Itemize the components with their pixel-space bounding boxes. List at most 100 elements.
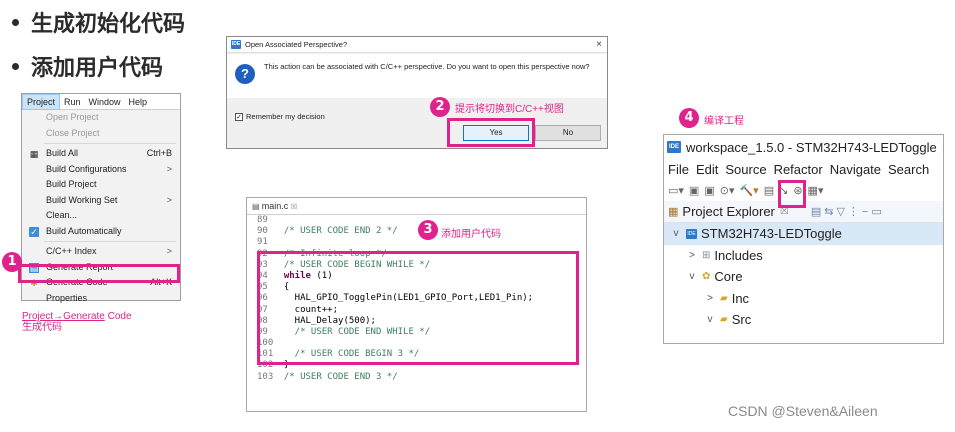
chevron-right-icon[interactable]: > bbox=[686, 250, 698, 261]
step-2-label: 提示将切换到C/C++视图 bbox=[455, 104, 564, 115]
no-button[interactable]: No bbox=[535, 125, 601, 141]
code-line: 103 /* USER CODE END 3 */ bbox=[247, 372, 586, 383]
caption-generate-code-cn: 生成代码 bbox=[22, 322, 62, 333]
checkbox-checked-icon: ✓ bbox=[235, 112, 243, 121]
code-comment: /* USER CODE END 2 */ bbox=[273, 226, 398, 237]
chevron-down-icon[interactable]: v bbox=[704, 314, 716, 325]
menu-item-build-project[interactable]: Build Project bbox=[22, 177, 180, 193]
folder-icon: ▰ bbox=[720, 314, 728, 326]
menu-separator bbox=[44, 241, 176, 242]
file-c-icon: ▤ bbox=[252, 202, 262, 211]
menu-item-cpp-index[interactable]: C/C++ Index > bbox=[22, 244, 180, 260]
project-explorer-icon: ▦ bbox=[668, 206, 679, 218]
checkmark-icon: ✓ bbox=[29, 226, 39, 237]
caption-arrow: → bbox=[53, 311, 64, 322]
menu-item-label: Build Project bbox=[46, 179, 97, 189]
tree-item-label: Includes bbox=[714, 247, 763, 263]
caption-generate: Generate bbox=[63, 311, 105, 322]
menu-window[interactable]: Window bbox=[85, 94, 125, 110]
menu-item-label: Properties bbox=[46, 292, 88, 303]
tab-label: main.c bbox=[261, 201, 289, 211]
menu-navigate[interactable]: Navigate bbox=[830, 162, 881, 177]
line-number: 90 bbox=[257, 226, 268, 237]
submenu-arrow-icon: > bbox=[166, 163, 172, 174]
build-hammer-icon[interactable]: 🔨▾ bbox=[739, 184, 758, 197]
menu-item-build-all[interactable]: ▦ Build All Ctrl+B bbox=[22, 146, 180, 162]
code-comment: /* USER CODE END 3 */ bbox=[273, 371, 398, 382]
tree-item-core[interactable]: v ✿ Core bbox=[664, 266, 943, 288]
menu-refactor[interactable]: Refactor bbox=[774, 162, 823, 177]
bullet-generate-init-code: 生成初始化代码 bbox=[12, 6, 185, 38]
project-explorer-title[interactable]: Project Explorer bbox=[682, 204, 774, 219]
target-icon[interactable]: ▤ bbox=[764, 184, 774, 197]
menu-file[interactable]: File bbox=[668, 162, 689, 177]
chevron-right-icon[interactable]: > bbox=[704, 293, 716, 304]
menu-item-build-working-set[interactable]: Build Working Set > bbox=[22, 193, 180, 209]
tree-item-label: Core bbox=[714, 269, 743, 285]
menu-item-open-project[interactable]: Open Project bbox=[22, 110, 180, 126]
dialog-title: Open Associated Perspective? bbox=[245, 40, 348, 49]
tree-item-includes[interactable]: > ⊞ Includes bbox=[664, 245, 943, 267]
new-icon[interactable]: ▭▾ bbox=[668, 184, 684, 197]
caption-code: Code bbox=[104, 311, 132, 322]
line-number: 103 bbox=[257, 371, 274, 382]
close-icon[interactable]: ☒ bbox=[291, 204, 297, 211]
dialog-title-bar: IDE Open Associated Perspective? × bbox=[227, 37, 607, 53]
folder-icon: ▰ bbox=[720, 292, 728, 304]
menu-item-clean[interactable]: Clean... bbox=[22, 208, 180, 224]
tree-item-inc[interactable]: > ▰ Inc bbox=[664, 288, 943, 310]
includes-icon: ⊞ bbox=[702, 249, 711, 261]
question-icon: ? bbox=[235, 64, 255, 84]
step-2-badge: 2 bbox=[430, 97, 450, 117]
view-toolbar-icons[interactable]: ▤⇆▽⋮−▭ bbox=[811, 205, 885, 218]
menu-item-label: Build Configurations bbox=[46, 163, 127, 174]
menu-item-label: Clean... bbox=[46, 210, 78, 220]
ide-project-icon: IDE bbox=[686, 228, 697, 239]
menu-item-label: Build All bbox=[46, 148, 79, 158]
menu-item-build-configurations[interactable]: Build Configurations > bbox=[22, 162, 180, 178]
ide-window-title: workspace_1.5.0 - STM32H743-LEDToggle bbox=[686, 139, 937, 155]
open-perspective-dialog: IDE Open Associated Perspective? × ? Thi… bbox=[226, 36, 608, 149]
bullet-text: 生成初始化代码 bbox=[31, 12, 186, 37]
code-line: 91 bbox=[247, 237, 586, 248]
submenu-arrow-icon: > bbox=[166, 194, 172, 205]
tree-item-label: Src bbox=[731, 312, 752, 328]
menu-source[interactable]: Source bbox=[725, 162, 766, 177]
tree-item-label: Inc bbox=[731, 290, 750, 306]
ide-title-bar: IDE workspace_1.5.0 - STM32H743-LEDToggl… bbox=[664, 135, 943, 159]
menu-help[interactable]: Help bbox=[125, 94, 152, 110]
menu-run[interactable]: Run bbox=[60, 94, 85, 110]
menu-item-label: Open Project bbox=[46, 112, 99, 122]
bullet-text: 添加用户代码 bbox=[31, 56, 164, 81]
ide-window: IDE workspace_1.5.0 - STM32H743-LEDToggl… bbox=[663, 134, 944, 344]
caption-project: Project bbox=[22, 311, 54, 322]
step-4-label: 编译工程 bbox=[704, 116, 744, 127]
chevron-down-icon[interactable]: v bbox=[670, 228, 682, 239]
remember-decision-checkbox[interactable]: ✓ Remember my decision bbox=[235, 112, 325, 121]
folder-icon: ✿ bbox=[702, 271, 711, 283]
save-icon[interactable]: ▣ bbox=[689, 184, 699, 197]
menu-caption: Project→Generate Code 生成代码 bbox=[22, 311, 132, 333]
menu-item-properties[interactable]: Properties bbox=[22, 291, 180, 307]
tab-main-c[interactable]: ▤ main.c ☒ bbox=[247, 198, 586, 215]
menu-separator bbox=[44, 143, 176, 144]
menu-item-build-automatically[interactable]: ✓ Build Automatically bbox=[22, 224, 180, 240]
menu-item-label: Build Working Set bbox=[46, 194, 118, 205]
remember-label: Remember my decision bbox=[246, 112, 325, 121]
menu-project[interactable]: Project bbox=[22, 93, 61, 110]
generate-code-highlight bbox=[18, 264, 180, 283]
debug-icon[interactable]: ⊙▾ bbox=[720, 184, 735, 197]
save-all-icon[interactable]: ▣ bbox=[704, 184, 714, 197]
menu-item-label: Close Project bbox=[46, 127, 100, 138]
menu-edit[interactable]: Edit bbox=[696, 162, 718, 177]
dialog-body: ? This action can be associated with C/C… bbox=[227, 54, 607, 98]
tree-item-src[interactable]: v ▰ Src bbox=[664, 309, 943, 331]
menu-item-close-project[interactable]: Close Project bbox=[22, 126, 180, 142]
chevron-down-icon[interactable]: v bbox=[686, 271, 698, 282]
tree-item-project[interactable]: v IDE STM32H743-LEDToggle bbox=[664, 223, 943, 245]
yes-button-highlight bbox=[447, 118, 535, 147]
step-4-badge: 4 bbox=[679, 108, 699, 128]
close-icon[interactable]: × bbox=[596, 39, 602, 50]
perspective-icon[interactable]: ▦▾ bbox=[808, 184, 824, 197]
menu-search[interactable]: Search bbox=[888, 162, 929, 177]
